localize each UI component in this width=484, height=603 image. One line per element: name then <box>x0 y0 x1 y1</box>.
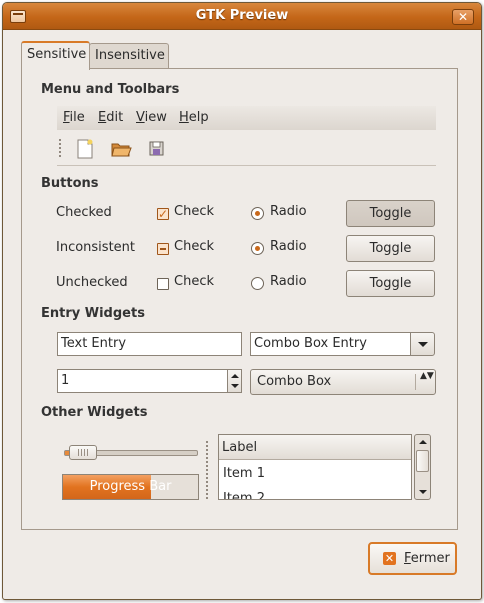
spin-button-entry[interactable]: 1 <box>57 369 228 393</box>
tree-scrollbar[interactable] <box>414 434 431 500</box>
toggle-button-unchecked[interactable]: Toggle <box>346 270 435 297</box>
progress-bar: Progress Bar <box>62 474 199 500</box>
section-heading-buttons: Buttons <box>41 176 99 191</box>
tree-view[interactable]: Label Item 1 Item 2 <box>218 434 412 500</box>
open-folder-icon[interactable] <box>110 138 132 160</box>
radio-label: Radio <box>270 274 307 289</box>
radio-label: Radio <box>270 204 307 219</box>
checkbox-label: Check <box>174 204 214 219</box>
list-item[interactable]: Item 1 <box>223 466 265 481</box>
menu-help[interactable]: Help <box>179 110 209 125</box>
row-label-unchecked: Unchecked <box>56 275 128 290</box>
checkbox-inconsistent[interactable] <box>157 243 169 255</box>
combo-box-entry[interactable]: Combo Box Entry <box>250 332 411 356</box>
text-entry[interactable]: Text Entry <box>57 332 242 356</box>
menu-edit[interactable]: Edit <box>98 110 123 125</box>
toolbar-separator <box>57 165 436 166</box>
scroll-thumb[interactable] <box>416 450 429 472</box>
radio-checked[interactable] <box>251 207 264 220</box>
menubar: File Edit View Help <box>57 106 436 130</box>
new-document-icon[interactable] <box>74 138 96 160</box>
close-button[interactable]: ✕ Fermer <box>368 542 457 575</box>
section-heading-menus: Menu and Toolbars <box>41 82 180 97</box>
radio-unchecked[interactable] <box>251 277 264 290</box>
scroll-up-icon[interactable] <box>419 440 427 444</box>
pane-grip[interactable] <box>205 440 209 500</box>
progress-label: Progress Bar <box>89 479 172 494</box>
save-floppy-icon[interactable] <box>146 138 168 160</box>
combo-box[interactable]: Combo Box ▲▼ <box>250 369 436 395</box>
row-label-checked: Checked <box>56 205 112 220</box>
checkbox-unchecked[interactable] <box>157 278 169 290</box>
spin-up-icon[interactable] <box>231 374 239 378</box>
radio-inconsistent[interactable] <box>251 242 264 255</box>
spin-button-arrows[interactable] <box>227 369 242 393</box>
combo-box-separator <box>415 374 416 390</box>
toolbar-handle[interactable] <box>58 138 62 158</box>
tree-column-header[interactable]: Label <box>219 435 411 460</box>
menu-view[interactable]: View <box>136 110 167 125</box>
menu-file[interactable]: File <box>63 110 85 125</box>
scroll-down-icon[interactable] <box>419 490 427 494</box>
checkbox-checked[interactable]: ✓ <box>157 208 169 220</box>
combo-box-value: Combo Box <box>257 374 332 389</box>
close-icon: ✕ <box>383 552 396 565</box>
checkbox-label: Check <box>174 239 214 254</box>
checkbox-label: Check <box>174 274 214 289</box>
toggle-button-inconsistent[interactable]: Toggle <box>346 235 435 262</box>
toggle-button-checked[interactable]: Toggle <box>346 200 435 227</box>
section-heading-entries: Entry Widgets <box>41 306 145 321</box>
slider-handle[interactable] <box>69 445 98 460</box>
radio-label: Radio <box>270 239 307 254</box>
row-label-inconsistent: Inconsistent <box>56 240 136 255</box>
list-item[interactable]: Item 2 <box>223 491 265 499</box>
combo-entry-dropdown-button[interactable] <box>410 332 435 356</box>
section-heading-other: Other Widgets <box>41 405 148 420</box>
spin-down-icon[interactable] <box>231 384 239 388</box>
combo-box-arrows-icon: ▲▼ <box>420 371 434 381</box>
